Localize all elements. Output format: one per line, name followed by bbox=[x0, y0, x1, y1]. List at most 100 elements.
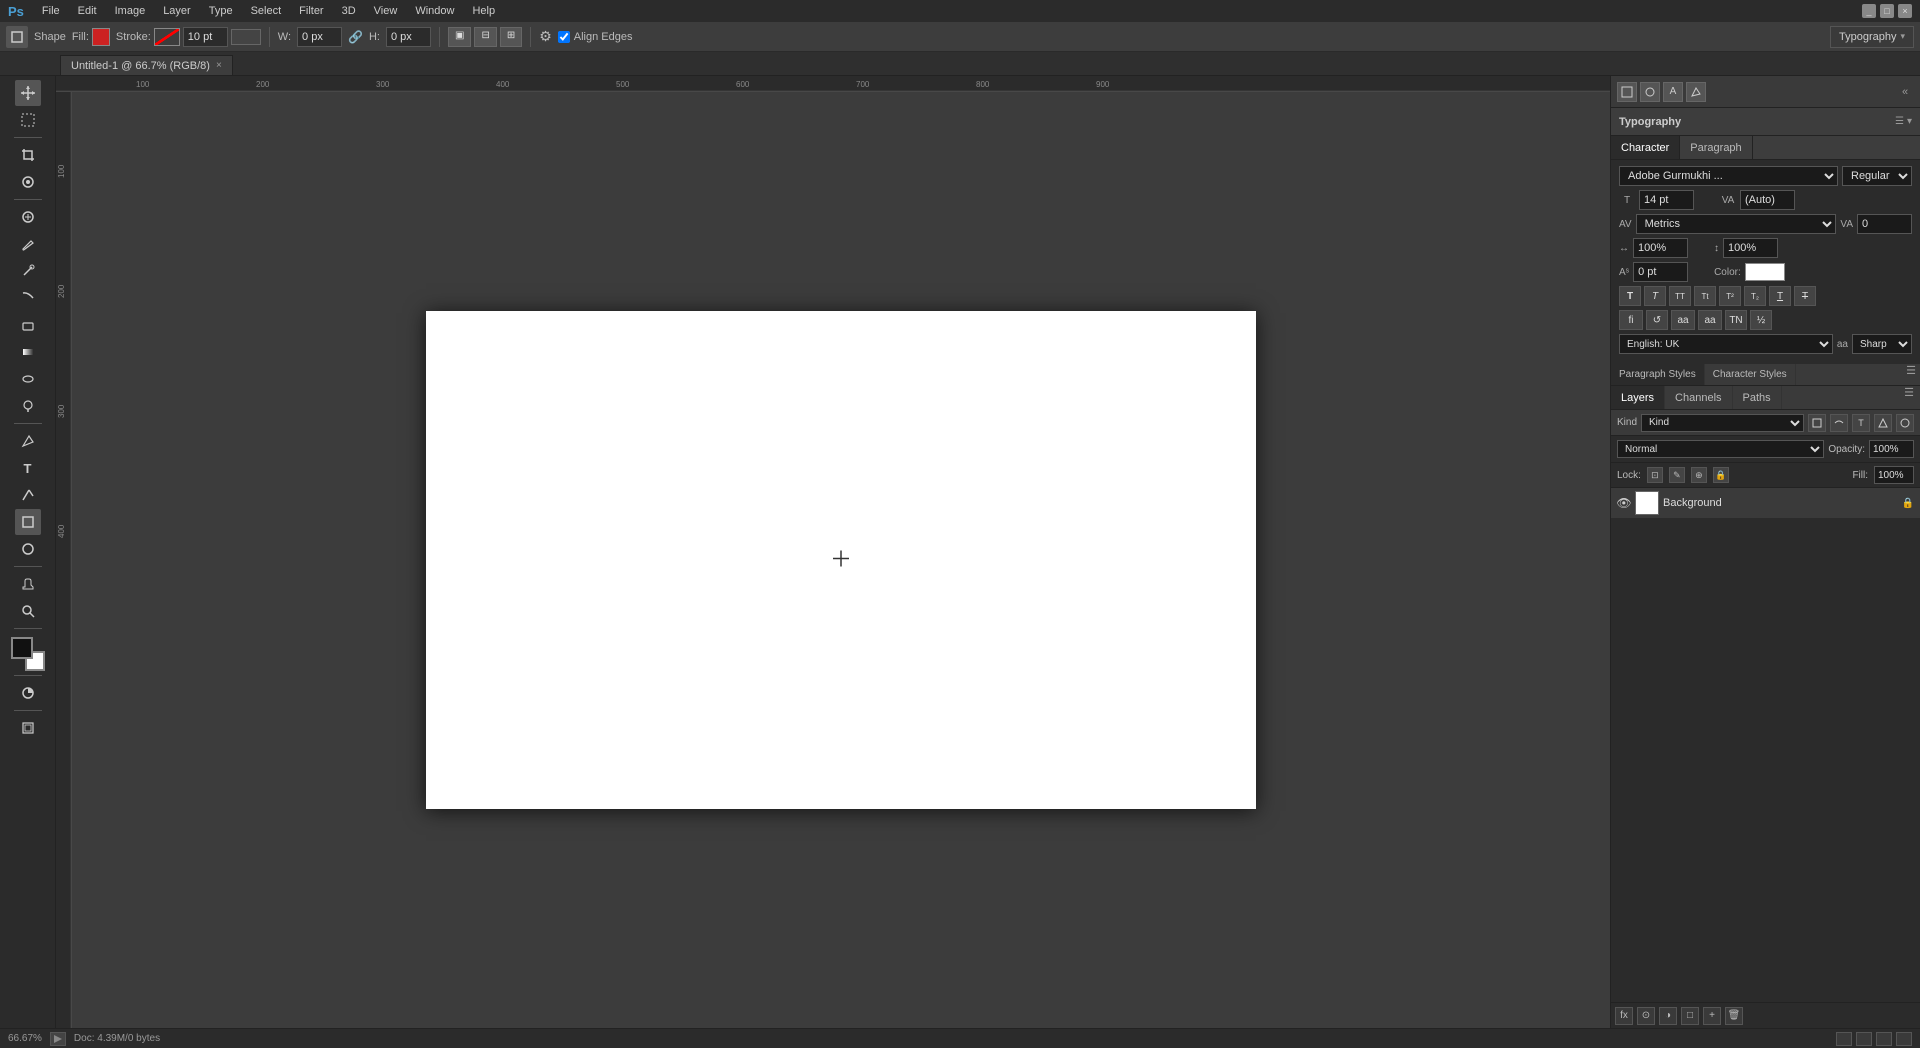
lock-pixels-btn[interactable]: ⊡ bbox=[1647, 467, 1663, 483]
brush-tool[interactable] bbox=[15, 231, 41, 257]
menu-window[interactable]: Window bbox=[407, 3, 462, 19]
settings-icon[interactable]: ⚙ bbox=[539, 28, 552, 45]
channels-tab[interactable]: Channels bbox=[1665, 386, 1732, 409]
opacity-input[interactable] bbox=[1869, 440, 1914, 458]
style-caps-btn[interactable]: TT bbox=[1669, 286, 1691, 306]
align-top-btn[interactable]: ▣ bbox=[448, 27, 471, 47]
panel-btn-2[interactable] bbox=[1640, 82, 1660, 102]
stroke-swatch[interactable] bbox=[154, 28, 180, 46]
add-style-btn[interactable]: fx bbox=[1615, 1007, 1633, 1025]
font-style-select[interactable]: Regular bbox=[1842, 166, 1912, 186]
width-input[interactable] bbox=[297, 27, 342, 47]
pen-tool[interactable] bbox=[15, 428, 41, 454]
minimize-button[interactable]: _ bbox=[1862, 4, 1876, 18]
background-layer-row[interactable]: 👁 Background 🔒 bbox=[1611, 488, 1920, 518]
path-selection-tool[interactable] bbox=[15, 482, 41, 508]
shape-filter-btn[interactable] bbox=[1874, 414, 1892, 432]
font-size-input[interactable] bbox=[1639, 190, 1694, 210]
menu-select[interactable]: Select bbox=[243, 3, 290, 19]
text-color-swatch[interactable] bbox=[1745, 263, 1785, 281]
status-btn-1[interactable] bbox=[1836, 1032, 1852, 1046]
vscale-input[interactable] bbox=[1723, 238, 1778, 258]
eyedropper-tool[interactable] bbox=[15, 169, 41, 195]
new-layer-btn[interactable]: + bbox=[1703, 1007, 1721, 1025]
typography-options-btn[interactable]: ☰ bbox=[1895, 116, 1904, 127]
zoom-tool[interactable] bbox=[15, 598, 41, 624]
typography-collapse-btn[interactable]: ▾ bbox=[1907, 116, 1912, 127]
add-adjustment-btn[interactable]: ◑ bbox=[1659, 1007, 1677, 1025]
foreground-color-swatch[interactable] bbox=[11, 637, 33, 659]
stroke-style-picker[interactable] bbox=[231, 29, 261, 45]
paths-tab[interactable]: Paths bbox=[1733, 386, 1782, 409]
kerning-select[interactable]: Metrics bbox=[1636, 214, 1837, 234]
doc-tab[interactable]: Untitled-1 @ 66.7% (RGB/8) × bbox=[60, 55, 233, 75]
style-sub-btn[interactable]: T₂ bbox=[1744, 286, 1766, 306]
style-underline-btn[interactable]: T bbox=[1769, 286, 1791, 306]
lock-position-btn[interactable]: ✎ bbox=[1669, 467, 1685, 483]
stroke-width-input[interactable] bbox=[183, 27, 228, 47]
menu-edit[interactable]: Edit bbox=[70, 3, 105, 19]
link-icon[interactable]: 🔗 bbox=[348, 30, 363, 44]
blur-tool[interactable] bbox=[15, 366, 41, 392]
style-smallcaps-btn[interactable]: Tt bbox=[1694, 286, 1716, 306]
pixel-filter-btn[interactable] bbox=[1808, 414, 1826, 432]
screen-mode-btn[interactable] bbox=[15, 715, 41, 741]
tracking-input[interactable] bbox=[1857, 214, 1912, 234]
doc-tab-close[interactable]: × bbox=[216, 60, 222, 71]
panel-collapse-btn[interactable]: « bbox=[1896, 83, 1914, 101]
blend-mode-select[interactable]: Normal bbox=[1617, 440, 1824, 458]
move-tool[interactable] bbox=[15, 80, 41, 106]
feature-rotate-btn[interactable]: ↺ bbox=[1646, 310, 1668, 330]
menu-layer[interactable]: Layer bbox=[155, 3, 199, 19]
feature-frac-btn[interactable]: ½ bbox=[1750, 310, 1772, 330]
status-btn-4[interactable] bbox=[1896, 1032, 1912, 1046]
feature-fi-btn[interactable]: fi bbox=[1619, 310, 1643, 330]
clone-stamp-tool[interactable] bbox=[15, 258, 41, 284]
kind-filter-select[interactable]: Kind bbox=[1641, 414, 1804, 432]
paragraph-tab[interactable]: Paragraph bbox=[1680, 136, 1752, 159]
smart-filter-btn[interactable] bbox=[1896, 414, 1914, 432]
zoom-info-btn[interactable] bbox=[50, 1032, 66, 1046]
gradient-tool[interactable] bbox=[15, 339, 41, 365]
layers-options-btn[interactable]: ☰ bbox=[1898, 386, 1920, 409]
typography-dropdown[interactable]: Typography ▾ bbox=[1830, 26, 1914, 48]
style-super-btn[interactable]: T² bbox=[1719, 286, 1741, 306]
adjustment-filter-btn[interactable] bbox=[1830, 414, 1848, 432]
canvas-document[interactable] bbox=[426, 311, 1256, 809]
close-button[interactable]: × bbox=[1898, 4, 1912, 18]
panel-btn-1[interactable] bbox=[1617, 82, 1637, 102]
layers-tab[interactable]: Layers bbox=[1611, 386, 1665, 409]
add-mask-btn[interactable]: ⊙ bbox=[1637, 1007, 1655, 1025]
baseline-input[interactable] bbox=[1633, 262, 1688, 282]
style-bold-btn[interactable]: T bbox=[1619, 286, 1641, 306]
character-tab[interactable]: Character bbox=[1611, 136, 1680, 159]
type-filter-btn[interactable]: T bbox=[1852, 414, 1870, 432]
anti-alias-select[interactable]: Sharp Crisp Strong Smooth None bbox=[1852, 334, 1912, 354]
shape-tool[interactable] bbox=[15, 509, 41, 535]
menu-type[interactable]: Type bbox=[201, 3, 241, 19]
menu-view[interactable]: View bbox=[366, 3, 406, 19]
lock-artboard-btn[interactable]: ⊕ bbox=[1691, 467, 1707, 483]
fill-input[interactable] bbox=[1874, 466, 1914, 484]
hscale-input[interactable] bbox=[1633, 238, 1688, 258]
arrange-btn[interactable]: ⊞ bbox=[500, 27, 522, 47]
quick-mask-btn[interactable] bbox=[15, 680, 41, 706]
panel-btn-3[interactable]: A bbox=[1663, 82, 1683, 102]
spot-healing-tool[interactable] bbox=[15, 204, 41, 230]
add-group-btn[interactable]: □ bbox=[1681, 1007, 1699, 1025]
lock-all-btn[interactable]: 🔒 bbox=[1713, 467, 1729, 483]
character-styles-tab[interactable]: Character Styles bbox=[1705, 364, 1796, 385]
history-brush-tool[interactable] bbox=[15, 285, 41, 311]
layer-visibility-toggle[interactable]: 👁 bbox=[1617, 496, 1631, 510]
align-edges-checkbox[interactable] bbox=[558, 31, 570, 43]
panel-btn-4[interactable] bbox=[1686, 82, 1706, 102]
delete-layer-btn[interactable]: 🗑 bbox=[1725, 1007, 1743, 1025]
style-italic-btn[interactable]: T bbox=[1644, 286, 1666, 306]
selection-tool[interactable] bbox=[15, 107, 41, 133]
fill-swatch[interactable] bbox=[92, 28, 110, 46]
status-btn-2[interactable] bbox=[1856, 1032, 1872, 1046]
crop-tool[interactable] bbox=[15, 142, 41, 168]
feature-aa-btn[interactable]: aa bbox=[1671, 310, 1695, 330]
paragraph-styles-tab[interactable]: Paragraph Styles bbox=[1611, 364, 1705, 385]
restore-button[interactable]: □ bbox=[1880, 4, 1894, 18]
